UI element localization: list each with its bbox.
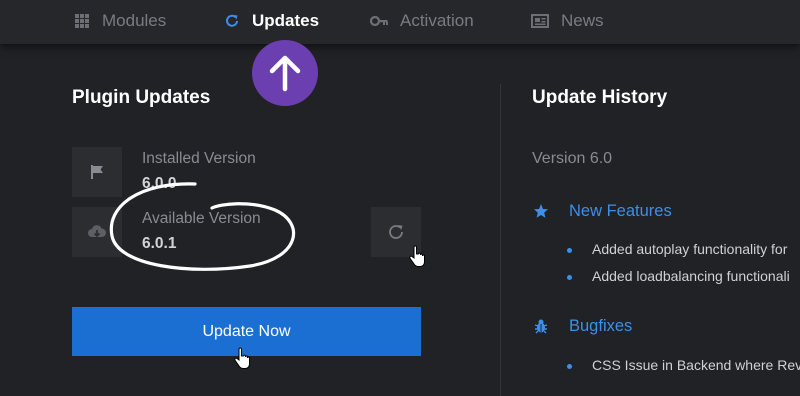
bullet-dot bbox=[567, 248, 572, 253]
update-history-title: Update History bbox=[532, 87, 668, 108]
tab-activation[interactable]: Activation bbox=[370, 0, 474, 42]
tab-updates[interactable]: Updates bbox=[224, 0, 319, 42]
top-navigation: Modules Updates Activation News bbox=[0, 0, 800, 44]
star-icon bbox=[534, 204, 548, 218]
refresh-icon bbox=[226, 14, 238, 27]
history-version: Version 6.0 bbox=[532, 150, 613, 167]
arrow-up-icon bbox=[269, 55, 301, 92]
grid-icon bbox=[75, 14, 89, 28]
tab-modules-label: Modules bbox=[102, 11, 167, 30]
column-divider bbox=[500, 84, 501, 396]
key-icon bbox=[370, 15, 388, 27]
new-features-heading: New Features bbox=[569, 202, 672, 220]
circle-annotation bbox=[109, 182, 295, 271]
tab-news[interactable]: News bbox=[531, 0, 604, 42]
bug-icon bbox=[534, 319, 548, 334]
bugfixes-heading: Bugfixes bbox=[569, 317, 633, 335]
tab-modules[interactable]: Modules bbox=[74, 0, 166, 42]
tab-news-label: News bbox=[561, 11, 604, 30]
newspaper-icon bbox=[531, 14, 549, 28]
feature-item: Added loadbalancing functionali bbox=[592, 268, 790, 284]
tab-activation-label: Activation bbox=[400, 11, 474, 30]
plugin-updates-title: Plugin Updates bbox=[72, 87, 211, 108]
hand-cursor-icon bbox=[234, 347, 250, 369]
tab-updates-label: Updates bbox=[252, 11, 320, 30]
refresh-icon bbox=[389, 225, 403, 239]
installed-version-label: Installed Version bbox=[142, 150, 256, 167]
up-arrow-badge bbox=[252, 40, 318, 106]
hand-cursor-icon bbox=[409, 245, 425, 267]
bugfix-item: CSS Issue in Backend where Rev bbox=[592, 357, 800, 373]
bullet-dot bbox=[567, 364, 572, 369]
bullet-dot bbox=[567, 275, 572, 280]
feature-item: Added autoplay functionality for bbox=[592, 241, 788, 257]
